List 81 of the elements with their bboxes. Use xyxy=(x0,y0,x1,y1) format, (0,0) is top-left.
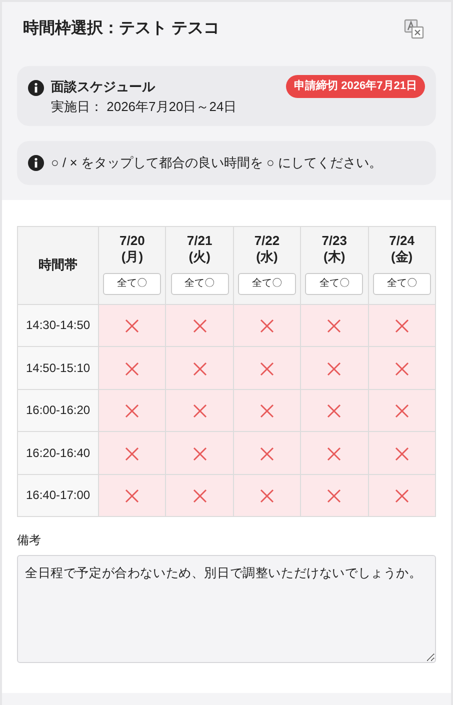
instruction-text: ○ / × をタップして都合の良い時間を ○ にしてください。 xyxy=(51,154,382,172)
unavailable-slot-cell[interactable] xyxy=(166,474,234,516)
select-all-button[interactable]: 全て〇 xyxy=(305,272,364,294)
unavailable-slot-cell[interactable] xyxy=(233,346,301,389)
cross-icon xyxy=(258,318,275,334)
deadline-badge: 申請締切 2026年7月21日 xyxy=(286,75,425,98)
unavailable-slot-cell[interactable] xyxy=(166,389,234,432)
day-weekday: (月) xyxy=(121,248,144,264)
info-icon xyxy=(28,154,44,171)
cross-icon xyxy=(124,318,140,334)
day-date: 7/24 xyxy=(389,232,414,248)
info-icon xyxy=(28,80,44,96)
unavailable-slot-cell[interactable] xyxy=(166,432,234,474)
unavailable-slot-cell[interactable] xyxy=(368,474,436,516)
cross-icon xyxy=(192,360,208,377)
select-all-button[interactable]: 全て〇 xyxy=(238,272,296,294)
select-all-button[interactable]: 全て〇 xyxy=(372,272,431,294)
cross-icon xyxy=(124,446,140,462)
unavailable-slot-cell[interactable] xyxy=(98,346,166,389)
time-slot-label: 16:20-16:40 xyxy=(26,446,90,460)
cross-icon xyxy=(124,403,140,420)
day-weekday: (木) xyxy=(324,248,346,264)
unavailable-slot-cell[interactable] xyxy=(368,346,436,389)
cross-icon xyxy=(192,446,208,462)
unavailable-slot-cell[interactable] xyxy=(368,432,436,474)
unavailable-slot-cell[interactable] xyxy=(166,346,234,389)
day-weekday: (金) xyxy=(390,248,413,264)
schedule-title: 面談スケジュール xyxy=(51,78,156,96)
cross-icon xyxy=(258,403,275,420)
unavailable-slot-cell[interactable] xyxy=(300,474,368,516)
day-date: 7/23 xyxy=(322,232,348,248)
unavailable-slot-cell[interactable] xyxy=(233,474,301,516)
select-all-button[interactable]: 全て〇 xyxy=(170,272,229,294)
unavailable-slot-cell[interactable] xyxy=(233,432,301,474)
schedule-dates: 実施日： 2026年7月20日～24日 xyxy=(51,98,238,116)
cross-icon xyxy=(326,360,342,377)
unavailable-slot-cell[interactable] xyxy=(300,346,368,389)
unavailable-slot-cell[interactable] xyxy=(98,304,166,346)
unavailable-slot-cell[interactable] xyxy=(300,389,368,432)
day-weekday: (火) xyxy=(188,248,210,264)
cross-icon xyxy=(394,318,410,334)
cross-icon xyxy=(124,360,140,377)
select-all-button[interactable]: 全て〇 xyxy=(103,272,162,294)
remarks-field[interactable]: 全日程で予定が合わないため、別日で調整いただけないでしょうか。 xyxy=(17,555,436,663)
day-weekday: (水) xyxy=(256,248,278,264)
remarks-label: 備考 xyxy=(17,532,42,549)
cross-icon xyxy=(258,488,275,504)
day-date: 7/20 xyxy=(120,232,145,248)
time-slot-label: 16:40-17:00 xyxy=(26,488,90,502)
unavailable-slot-cell[interactable] xyxy=(98,389,166,432)
column-header: 時間帯 xyxy=(38,257,78,272)
unavailable-slot-cell[interactable] xyxy=(300,432,368,474)
cross-icon xyxy=(192,403,208,420)
cross-icon xyxy=(192,318,208,334)
time-slot-label: 14:50-15:10 xyxy=(26,360,90,375)
unavailable-slot-cell[interactable] xyxy=(368,389,436,432)
cross-icon xyxy=(394,488,410,504)
cross-icon xyxy=(192,488,208,504)
day-date: 7/21 xyxy=(186,232,212,248)
time-slot-label: 16:00-16:20 xyxy=(26,403,90,418)
unavailable-slot-cell[interactable] xyxy=(98,432,166,474)
cross-icon xyxy=(258,360,275,377)
unavailable-slot-cell[interactable] xyxy=(368,304,436,346)
cross-icon xyxy=(124,488,140,504)
unavailable-slot-cell[interactable] xyxy=(98,474,166,516)
unavailable-slot-cell[interactable] xyxy=(233,389,301,432)
page-title: 時間枠選択：テスト テスコ xyxy=(23,18,220,39)
cross-icon xyxy=(326,446,342,462)
cross-icon xyxy=(326,318,342,334)
cross-icon xyxy=(394,360,410,377)
cross-icon xyxy=(326,488,342,504)
time-slot-label: 14:30-14:50 xyxy=(26,318,90,332)
unavailable-slot-cell[interactable] xyxy=(166,304,234,346)
unavailable-slot-cell[interactable] xyxy=(233,304,301,346)
cross-icon xyxy=(394,403,410,420)
cross-icon xyxy=(326,403,342,420)
unavailable-slot-cell[interactable] xyxy=(300,304,368,346)
cross-icon xyxy=(394,446,410,462)
day-date: 7/22 xyxy=(254,232,280,248)
cross-icon xyxy=(258,446,275,462)
translate-icon[interactable] xyxy=(404,19,424,39)
